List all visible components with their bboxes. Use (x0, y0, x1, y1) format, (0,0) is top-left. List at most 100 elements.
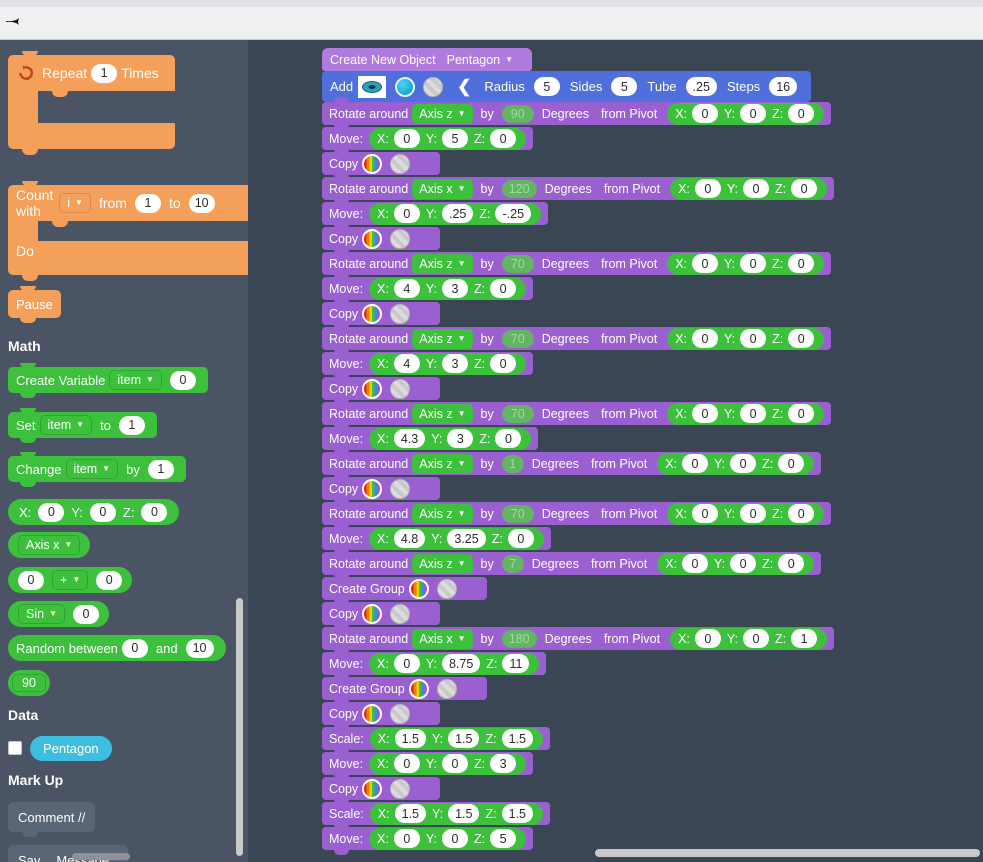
number-field[interactable]: 90 (12, 674, 46, 692)
move-xyz[interactable]: X:0 Y:.25 Z:-.25 (369, 203, 541, 225)
block-scale[interactable]: Scale: X:1.5 Y:1.5 Z:1.5 (322, 727, 550, 750)
repeat-count-field[interactable]: 1 (91, 64, 117, 83)
block-rotate-around[interactable]: Rotate around Axis z▼ by 70 Degrees from… (322, 327, 831, 350)
scale-x-field[interactable]: 1.5 (395, 729, 426, 748)
move-z-field[interactable]: 0 (490, 129, 516, 148)
move-xyz[interactable]: X:0 Y:8.75 Z:11 (369, 653, 539, 675)
block-random-between[interactable]: Random between 0 and 10 (8, 635, 226, 661)
count-to-field[interactable]: 10 (189, 194, 215, 213)
block-copy[interactable]: Copy (322, 227, 440, 250)
move-z-field[interactable]: 11 (502, 654, 529, 673)
rotate-axis-dropdown[interactable]: Axis z▼ (412, 254, 472, 274)
copy-color-icon[interactable] (362, 604, 382, 624)
rotate-pivot-xyz[interactable]: X:0 Y:0 Z:0 (667, 103, 824, 125)
block-move[interactable]: Move: X:4 Y:3 Z:0 (322, 277, 533, 300)
pivot-z-field[interactable]: 0 (788, 504, 814, 523)
random-min-field[interactable]: 0 (122, 639, 148, 658)
scale-y-field[interactable]: 1.5 (448, 729, 479, 748)
rotate-degrees-field[interactable]: 70 (502, 255, 534, 273)
block-arithmetic[interactable]: 0 +▼ 0 (8, 567, 132, 593)
block-rotate-around[interactable]: Rotate around Axis z▼ by 70 Degrees from… (322, 252, 831, 275)
axis-dropdown[interactable]: Axis x▼ (18, 535, 80, 555)
set-value-field[interactable]: 1 (119, 416, 145, 435)
rotate-axis-dropdown[interactable]: Axis z▼ (412, 454, 472, 474)
rotate-axis-dropdown[interactable]: Axis z▼ (412, 404, 472, 424)
pivot-y-field[interactable]: 0 (740, 254, 766, 273)
move-x-field[interactable]: 0 (394, 654, 420, 673)
block-move[interactable]: Move: X:0 Y:5 Z:0 (322, 127, 533, 150)
block-copy[interactable]: Copy (322, 302, 440, 325)
move-xyz[interactable]: X:4.3 Y:3 Z:0 (369, 428, 531, 450)
pivot-x-field[interactable]: 0 (682, 454, 708, 473)
move-xyz[interactable]: X:4 Y:3 Z:0 (369, 278, 526, 300)
workspace-horizontal-scrollbar[interactable] (595, 849, 980, 857)
pivot-y-field[interactable]: 0 (740, 504, 766, 523)
block-copy[interactable]: Copy (322, 702, 440, 725)
block-rotate-around[interactable]: Rotate around Axis x▼ by 120 Degrees fro… (322, 177, 834, 200)
copy-texture-icon[interactable] (390, 229, 410, 249)
scale-z-field[interactable]: 1.5 (502, 804, 533, 823)
arith-right-field[interactable]: 0 (96, 571, 122, 590)
move-xyz[interactable]: X:4.8 Y:3.25 Z:0 (369, 528, 544, 550)
block-number[interactable]: 90 (8, 670, 50, 696)
scale-z-field[interactable]: 1.5 (502, 729, 533, 748)
rotate-pivot-xyz[interactable]: X:0 Y:0 Z:0 (670, 178, 827, 200)
move-y-field[interactable]: 8.75 (442, 654, 480, 673)
rotate-pivot-xyz[interactable]: X:0 Y:0 Z:1 (670, 628, 827, 650)
block-rotate-around[interactable]: Rotate around Axis z▼ by 70 Degrees from… (322, 502, 831, 525)
move-x-field[interactable]: 4 (394, 279, 420, 298)
block-data-pentagon[interactable]: Pentagon (30, 736, 112, 761)
pivot-y-field[interactable]: 0 (743, 179, 769, 198)
arrow-right-icon[interactable] (5, 12, 25, 30)
scale-y-field[interactable]: 1.5 (448, 804, 479, 823)
pivot-z-field[interactable]: 0 (788, 404, 814, 423)
trig-value-field[interactable]: 0 (73, 605, 99, 624)
move-y-field[interactable]: .25 (442, 204, 473, 223)
move-y-field[interactable]: 3 (442, 354, 468, 373)
pivot-y-field[interactable]: 0 (740, 104, 766, 123)
block-create-group[interactable]: Create Group (322, 577, 487, 600)
block-move[interactable]: Move: X:4.8 Y:3.25 Z:0 (322, 527, 551, 550)
block-move[interactable]: Move: X:4.3 Y:3 Z:0 (322, 427, 538, 450)
create-variable-dropdown[interactable]: item▼ (109, 370, 162, 390)
flyout-vertical-scrollbar[interactable] (236, 598, 243, 856)
move-z-field[interactable]: 0 (508, 529, 534, 548)
rotate-pivot-xyz[interactable]: X:0 Y:0 Z:0 (667, 253, 824, 275)
block-create-new-object[interactable]: Create New Object Pentagon▼ (322, 48, 532, 71)
block-set-variable[interactable]: Set item▼ to 1 (8, 412, 157, 438)
change-value-field[interactable]: 1 (148, 460, 174, 479)
move-xyz[interactable]: X:4 Y:3 Z:0 (369, 353, 526, 375)
block-move[interactable]: Move: X:0 Y:0 Z:5 (322, 827, 533, 850)
blockly-workspace[interactable]: Repeat 1 Times Count with i▼ from 1 to 1… (0, 40, 983, 862)
pivot-z-field[interactable]: 0 (778, 554, 804, 573)
xyz-z-field[interactable]: 0 (141, 503, 167, 522)
pivot-x-field[interactable]: 0 (692, 104, 718, 123)
move-z-field[interactable]: 5 (490, 829, 516, 848)
block-move[interactable]: Move: X:0 Y:0 Z:3 (322, 752, 533, 775)
move-xyz[interactable]: X:0 Y:5 Z:0 (369, 128, 526, 150)
add-field-value-0[interactable]: 5 (534, 77, 560, 96)
pivot-x-field[interactable]: 0 (682, 554, 708, 573)
chevron-left-icon[interactable]: ❮ (457, 77, 471, 97)
rotate-degrees-field[interactable]: 1 (502, 455, 524, 473)
arith-left-field[interactable]: 0 (18, 571, 44, 590)
rotate-degrees-field[interactable]: 7 (502, 555, 524, 573)
block-rotate-around[interactable]: Rotate around Axis x▼ by 180 Degrees fro… (322, 627, 834, 650)
pivot-x-field[interactable]: 0 (692, 504, 718, 523)
copy-color-icon[interactable] (362, 704, 382, 724)
copy-texture-icon[interactable] (390, 704, 410, 724)
pivot-y-field[interactable]: 0 (730, 454, 756, 473)
block-create-variable[interactable]: Create Variable item▼ 0 (8, 367, 208, 393)
block-trig[interactable]: Sin▼ 0 (8, 601, 109, 627)
rotate-axis-dropdown[interactable]: Axis z▼ (412, 504, 472, 524)
add-field-value-1[interactable]: 5 (611, 77, 637, 96)
rotate-axis-dropdown[interactable]: Axis z▼ (412, 104, 472, 124)
copy-texture-icon[interactable] (390, 604, 410, 624)
rotate-degrees-field[interactable]: 70 (502, 330, 534, 348)
flyout-horizontal-scrollbar[interactable] (72, 853, 130, 860)
move-xyz[interactable]: X:0 Y:0 Z:5 (369, 828, 526, 850)
trig-operator-dropdown[interactable]: Sin▼ (18, 604, 65, 624)
group-texture-icon[interactable] (437, 679, 457, 699)
rotate-axis-dropdown[interactable]: Axis z▼ (412, 554, 472, 574)
rotate-degrees-field[interactable]: 180 (502, 630, 537, 648)
